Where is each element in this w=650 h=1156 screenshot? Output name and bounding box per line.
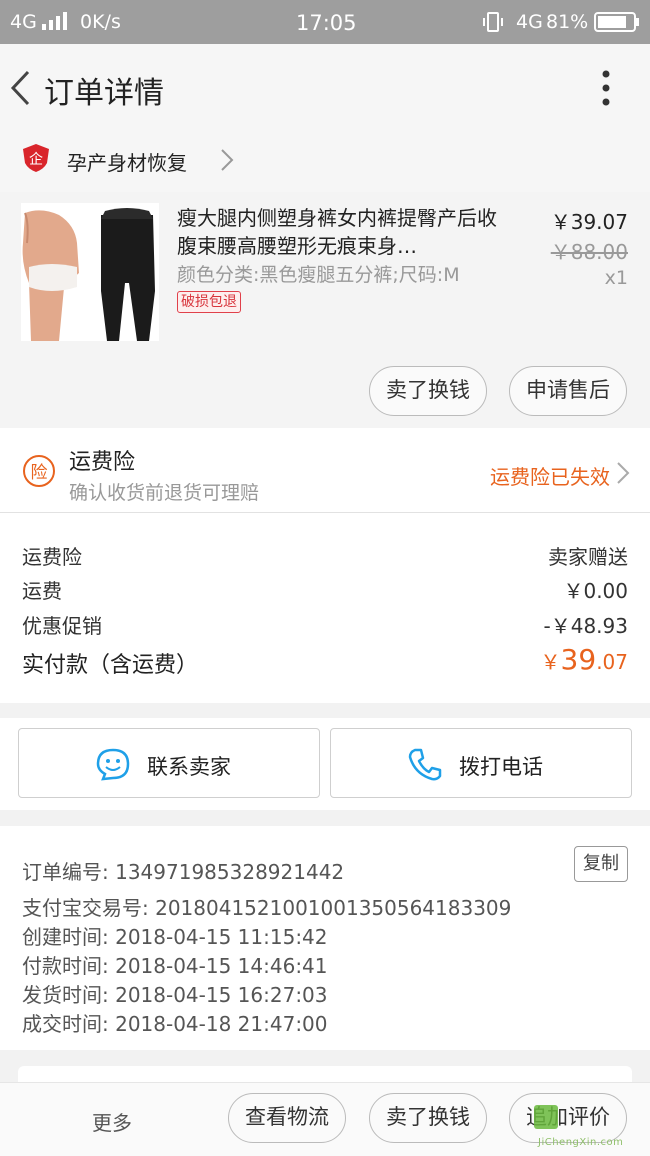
total-decimal: .07	[596, 650, 628, 674]
price-row-value: -￥48.93	[543, 614, 628, 638]
order-info-row: 创建时间: 2018-04-15 11:15:42	[22, 925, 328, 949]
product-image[interactable]	[21, 203, 159, 341]
sell-for-cash-button[interactable]: 卖了换钱	[369, 366, 487, 416]
order-info-section: 订单编号: 134971985328921442 复制 支付宝交易号: 2018…	[0, 826, 650, 1050]
enterprise-badge-char: 企	[29, 151, 43, 168]
store-name: 孕产身材恢复	[67, 151, 187, 175]
copy-button[interactable]: 复制	[574, 846, 628, 882]
price-summary: 运费险 卖家赠送 运费 ￥0.00 优惠促销 -￥48.93 实付款（含运费） …	[0, 513, 650, 703]
price-row-value: ￥0.00	[563, 579, 628, 603]
bottom-action-bar: 更多 查看物流 卖了换钱 追加评价 JiChengXin.com	[0, 1082, 650, 1156]
total-label: 实付款（含运费）	[22, 653, 199, 678]
insurance-subtitle: 确认收货前退货可理赔	[69, 482, 260, 504]
app-header: 订单详情	[0, 44, 650, 130]
price-row-label: 运费	[22, 579, 62, 603]
battery-percent: 81%	[546, 11, 589, 33]
signal-icon	[42, 12, 67, 30]
chat-bubble-icon	[96, 748, 130, 781]
insurance-title: 运费险	[69, 450, 136, 475]
watermark-logo-icon	[534, 1105, 558, 1129]
phone-icon	[408, 748, 442, 781]
order-number-row: 订单编号: 134971985328921442	[22, 856, 344, 885]
view-logistics-button[interactable]: 查看物流	[228, 1093, 346, 1143]
network-label: 4G	[10, 11, 37, 33]
chevron-right-icon	[221, 149, 234, 171]
order-number-label: 订单编号:	[22, 860, 116, 884]
product-title[interactable]: 瘦大腿内侧塑身裤女内裤提臀产后收腹束腰高腰塑形无痕束身…	[177, 204, 499, 260]
insurance-icon: 险	[23, 455, 55, 487]
chevron-left-icon[interactable]	[8, 70, 32, 106]
after-sale-button[interactable]: 申请售后	[509, 366, 627, 416]
call-phone-label: 拨打电话	[459, 755, 543, 779]
order-info-row: 发货时间: 2018-04-15 16:27:03	[22, 983, 328, 1007]
price-row-label: 优惠促销	[22, 614, 102, 638]
net-speed: 0K/s	[80, 11, 121, 33]
price-row: 运费 ￥0.00	[22, 575, 628, 604]
network-label-right: 4G	[516, 11, 543, 33]
contact-seller-label: 联系卖家	[147, 755, 231, 779]
price-row: 运费险 卖家赠送	[22, 541, 628, 570]
status-bar: 4G 0K/s 17:05 4G 81%	[0, 0, 650, 44]
contact-seller-button[interactable]: 联系卖家	[18, 728, 320, 798]
total-currency: ￥	[540, 650, 561, 674]
enterprise-shield-icon: 企	[23, 144, 49, 172]
order-info-row: 付款时间: 2018-04-15 14:46:41	[22, 954, 328, 978]
shapewear-image	[21, 203, 159, 341]
original-price: ￥88.00	[550, 240, 628, 264]
total-integer: 39	[560, 643, 597, 676]
product-card: 瘦大腿内侧塑身裤女内裤提臀产后收腹束腰高腰塑形无痕束身… 颜色分类:黑色瘦腿五分…	[0, 192, 650, 428]
watermark-text: JiChengXin.com	[538, 1137, 624, 1148]
add-review-button[interactable]: 追加评价	[509, 1093, 627, 1143]
insurance-icon-char: 险	[31, 463, 48, 483]
clock: 17:05	[296, 11, 357, 35]
price-row-value: 卖家赠送	[548, 545, 628, 569]
store-row[interactable]: 企 孕产身材恢复	[0, 130, 650, 192]
call-phone-button[interactable]: 拨打电话	[330, 728, 632, 798]
product-price: ￥39.07	[550, 210, 628, 234]
damage-refund-tag: 破损包退	[177, 291, 241, 313]
price-row-label: 运费险	[22, 545, 82, 569]
more-button[interactable]: 更多	[92, 1107, 132, 1136]
product-quantity: x1	[604, 267, 628, 289]
total-row: 实付款（含运费） ￥39.07	[22, 643, 628, 679]
page-title: 订单详情	[44, 76, 164, 111]
contact-section: 联系卖家 拨打电话	[0, 718, 650, 810]
insurance-status: 运费险已失效	[490, 465, 610, 489]
more-options-icon[interactable]	[598, 70, 614, 106]
price-row: 优惠促销 -￥48.93	[22, 610, 628, 639]
order-info-row: 成交时间: 2018-04-18 21:47:00	[22, 1012, 328, 1036]
product-sku: 颜色分类:黑色瘦腿五分裤;尺码:M	[177, 264, 460, 286]
shipping-insurance-row[interactable]: 险 运费险 确认收货前退货可理赔 运费险已失效	[0, 428, 650, 513]
vibrate-icon	[483, 12, 503, 32]
chevron-right-icon	[617, 462, 630, 484]
battery-icon	[594, 12, 639, 32]
order-number[interactable]: 134971985328921442	[115, 860, 344, 884]
order-info-row: 支付宝交易号: 2018041521001001350564183309	[22, 896, 512, 920]
total-amount: ￥39.07	[541, 643, 628, 676]
sell-for-cash-button-bottom[interactable]: 卖了换钱	[369, 1093, 487, 1143]
